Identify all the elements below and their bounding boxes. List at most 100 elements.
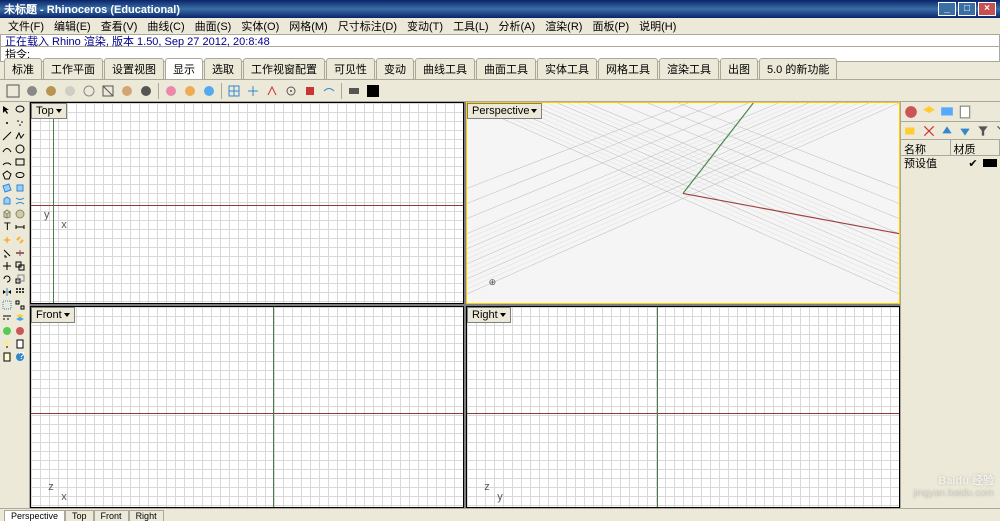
- tab-meshtools[interactable]: 网格工具: [598, 58, 658, 79]
- viewport-label-perspective[interactable]: Perspective: [467, 103, 542, 119]
- text-icon[interactable]: T: [1, 221, 13, 233]
- tab-solidtools[interactable]: 实体工具: [537, 58, 597, 79]
- viewport-label-front[interactable]: Front: [31, 307, 75, 323]
- group-icon[interactable]: [1, 299, 13, 311]
- split-icon[interactable]: [14, 247, 26, 259]
- loft-icon[interactable]: [14, 195, 26, 207]
- viewport-front[interactable]: z x Front: [30, 306, 464, 508]
- light-icon[interactable]: [1, 338, 13, 350]
- layer-color-swatch[interactable]: [983, 159, 997, 167]
- menu-panels[interactable]: 面板(P): [588, 18, 633, 34]
- tab-curvetools[interactable]: 曲线工具: [415, 58, 475, 79]
- layer-icon[interactable]: [14, 312, 26, 324]
- toggle2-icon[interactable]: [301, 82, 319, 100]
- close-button[interactable]: ×: [978, 2, 996, 16]
- tools-menu-icon[interactable]: [993, 122, 1000, 140]
- tab-transform[interactable]: 变动: [376, 58, 414, 79]
- render-icon[interactable]: [1, 325, 13, 337]
- menu-dim[interactable]: 尺寸标注(D): [334, 18, 401, 34]
- worldaxes-icon[interactable]: [263, 82, 281, 100]
- tab-surfacetools[interactable]: 曲面工具: [476, 58, 536, 79]
- shaded-icon[interactable]: [23, 82, 41, 100]
- rotate-icon[interactable]: [1, 273, 13, 285]
- tab-drafting[interactable]: 出图: [720, 58, 758, 79]
- status-tab-top[interactable]: Top: [65, 510, 94, 521]
- layer-visible-check[interactable]: ✔: [963, 157, 983, 170]
- rect-icon[interactable]: [14, 156, 26, 168]
- planar-icon[interactable]: [14, 182, 26, 194]
- curve-icon[interactable]: [1, 143, 13, 155]
- filter-icon[interactable]: [975, 122, 991, 140]
- toggle3-icon[interactable]: [320, 82, 338, 100]
- status-tab-front[interactable]: Front: [94, 510, 129, 521]
- viewport-label-top[interactable]: Top: [31, 103, 67, 119]
- ellipse-icon[interactable]: [14, 169, 26, 181]
- sphere-icon[interactable]: [14, 208, 26, 220]
- arc-icon[interactable]: [1, 156, 13, 168]
- pen-icon[interactable]: [137, 82, 155, 100]
- pointcloud-icon[interactable]: [14, 117, 26, 129]
- shadeonly-icon[interactable]: [181, 82, 199, 100]
- menu-tools[interactable]: 工具(L): [449, 18, 492, 34]
- delete-layer-icon[interactable]: [921, 122, 937, 140]
- menu-transform[interactable]: 变动(T): [403, 18, 447, 34]
- shade-sel-icon[interactable]: [200, 82, 218, 100]
- tab-new[interactable]: 5.0 的新功能: [759, 58, 837, 79]
- help-icon[interactable]: ?: [14, 351, 26, 363]
- col-material[interactable]: 材质: [951, 140, 1000, 155]
- down-icon[interactable]: [957, 122, 973, 140]
- xray-icon[interactable]: [80, 82, 98, 100]
- rendered-icon[interactable]: [42, 82, 60, 100]
- tab-visibility[interactable]: 可见性: [326, 58, 375, 79]
- explode-icon[interactable]: [1, 234, 13, 246]
- wireframe-icon[interactable]: [4, 82, 22, 100]
- move-icon[interactable]: [1, 260, 13, 272]
- viewport-top[interactable]: y x Top: [30, 102, 464, 304]
- tab-viewlayout[interactable]: 工作视窗配置: [243, 58, 325, 79]
- layers-tab-icon[interactable]: [921, 104, 937, 120]
- box-icon[interactable]: [1, 208, 13, 220]
- viewport-label-right[interactable]: Right: [467, 307, 511, 323]
- polygon-icon[interactable]: [1, 169, 13, 181]
- properties-icon[interactable]: [14, 338, 26, 350]
- tab-rendertools[interactable]: 渲染工具: [659, 58, 719, 79]
- surface-icon[interactable]: [1, 182, 13, 194]
- help-tab-icon[interactable]: [957, 104, 973, 120]
- tab-setview[interactable]: 设置视图: [104, 58, 164, 79]
- array-icon[interactable]: [14, 286, 26, 298]
- new-layer-icon[interactable]: [903, 122, 919, 140]
- viewport-right[interactable]: z y Right: [466, 306, 900, 508]
- mirror-icon[interactable]: [1, 286, 13, 298]
- maximize-button[interactable]: □: [958, 2, 976, 16]
- notes-icon[interactable]: [1, 351, 13, 363]
- arrow-icon[interactable]: [1, 104, 13, 116]
- linetype-icon[interactable]: [1, 312, 13, 324]
- print-display-icon[interactable]: [345, 82, 363, 100]
- toggle1-icon[interactable]: [282, 82, 300, 100]
- layer-row[interactable]: 预设值 ✔: [901, 156, 1000, 170]
- extrude-icon[interactable]: [1, 195, 13, 207]
- display-tab-icon[interactable]: [939, 104, 955, 120]
- col-name[interactable]: 名称: [901, 140, 951, 155]
- material-icon[interactable]: [14, 325, 26, 337]
- tab-select[interactable]: 选取: [204, 58, 242, 79]
- dim-icon[interactable]: [14, 221, 26, 233]
- circle-icon[interactable]: [14, 143, 26, 155]
- flatshade-icon[interactable]: [162, 82, 180, 100]
- status-tab-perspective[interactable]: Perspective: [4, 510, 65, 521]
- minimize-button[interactable]: _: [938, 2, 956, 16]
- tab-standard[interactable]: 标准: [4, 58, 42, 79]
- grid-icon[interactable]: [225, 82, 243, 100]
- tab-cplane[interactable]: 工作平面: [43, 58, 103, 79]
- menu-mesh[interactable]: 网格(M): [285, 18, 332, 34]
- join-icon[interactable]: [14, 234, 26, 246]
- ghosted-icon[interactable]: [61, 82, 79, 100]
- tab-display[interactable]: 显示: [165, 58, 203, 79]
- trim-icon[interactable]: [1, 247, 13, 259]
- props-tab-icon[interactable]: [903, 104, 919, 120]
- copy-icon[interactable]: [14, 260, 26, 272]
- menu-analyze[interactable]: 分析(A): [495, 18, 540, 34]
- point-icon[interactable]: [1, 117, 13, 129]
- axes-icon[interactable]: [244, 82, 262, 100]
- fullscreen-icon[interactable]: [364, 82, 382, 100]
